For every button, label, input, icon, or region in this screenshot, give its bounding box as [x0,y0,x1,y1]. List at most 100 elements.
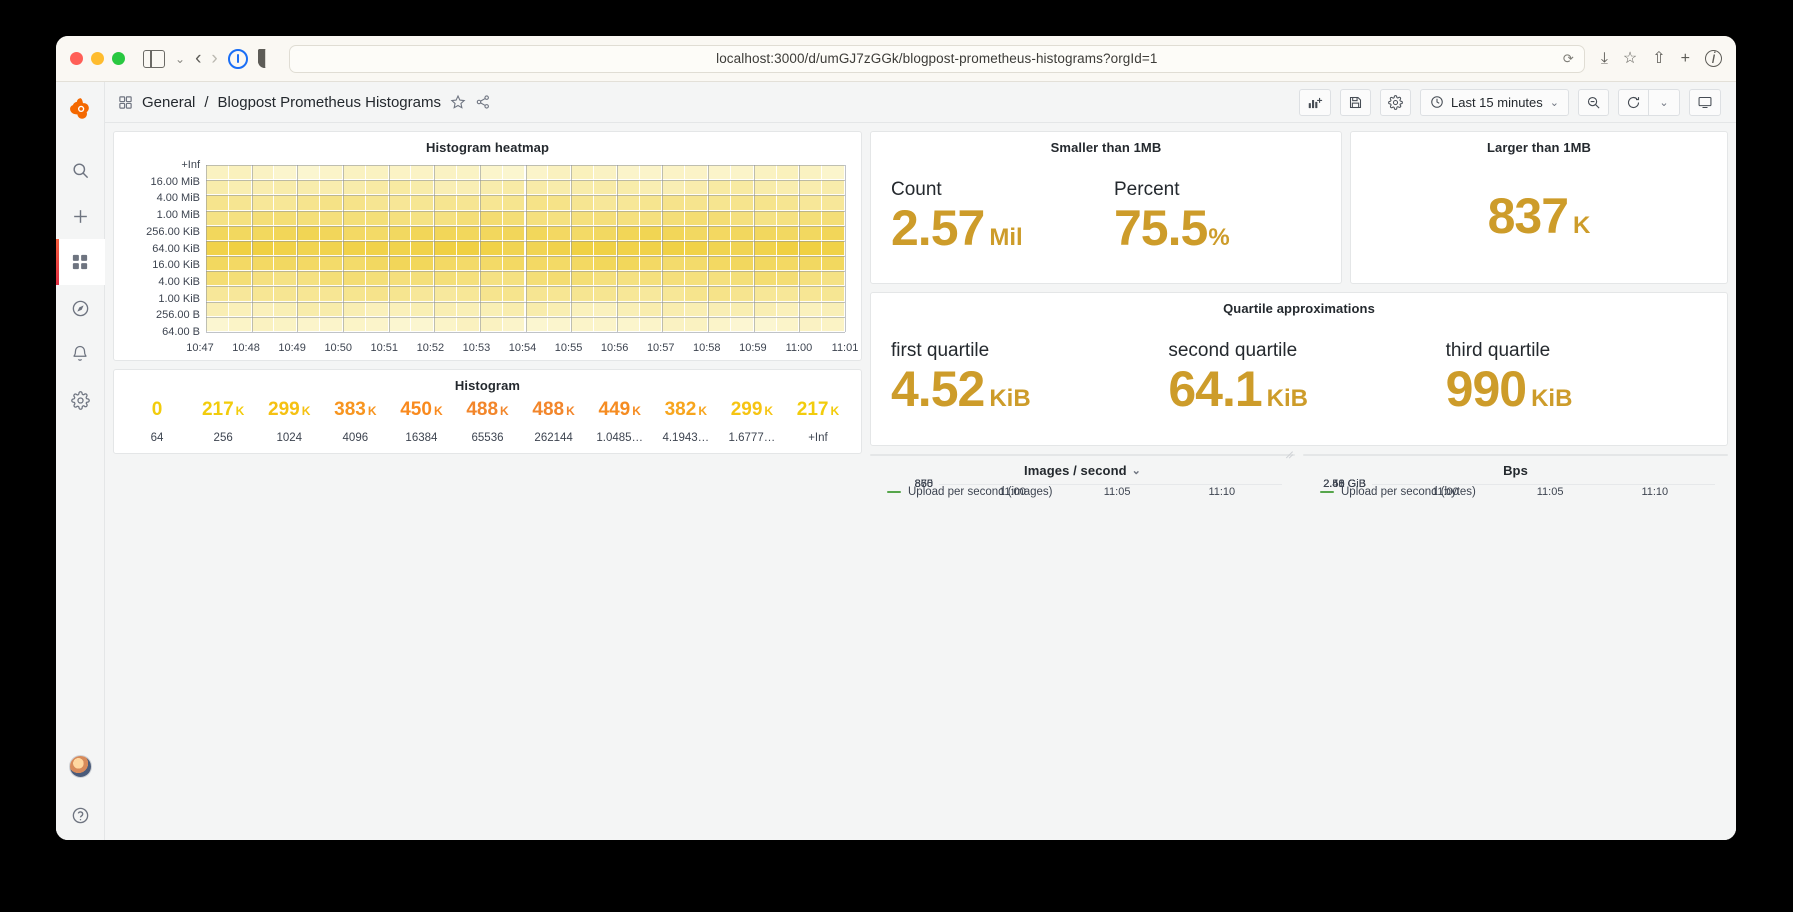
save-dashboard-button[interactable] [1340,89,1371,116]
sidebar-item-dashboards[interactable] [56,239,105,285]
panel-quartile-approximations[interactable]: Quartile approximations first quartile4.… [870,292,1728,446]
heatmap-plot[interactable] [206,165,845,332]
heatmap-cell [799,256,822,271]
minimize-window-button[interactable] [91,52,104,65]
heatmap-cell [548,256,571,271]
histogram-bar-column[interactable]: 488K262144 [525,399,583,453]
heatmap-cell [548,165,571,180]
sidebar-item-create[interactable] [56,193,105,239]
heatmap-cell [252,195,275,210]
reload-icon[interactable]: ⟳ [1563,51,1574,67]
panel-title-images[interactable]: Images / second ⌄ [871,455,1294,480]
forward-arrow-icon[interactable]: › [211,49,217,68]
heatmap-cell [640,271,663,286]
heatmap-cell [594,211,617,226]
zoom-out-button[interactable] [1578,89,1609,116]
heatmap-cell [457,226,480,241]
maximize-window-button[interactable] [112,52,125,65]
histogram-bar-column[interactable]: 382K4.1943… [657,399,715,453]
heatmap-cell [389,317,412,332]
heatmap-cell [206,256,229,271]
heatmap-cell [571,256,594,271]
add-panel-button[interactable] [1299,89,1331,116]
heatmap-cell [503,211,526,226]
download-icon[interactable]: ⤓ [1601,51,1608,67]
heatmap-cell [708,226,731,241]
clock-icon [1430,95,1444,109]
heatmap-cell [548,241,571,256]
histogram-bars[interactable]: 064217K256299K1024383K4096450K16384488K6… [114,395,861,453]
sidebar-item-explore[interactable] [56,285,105,331]
sidebar-item-profile[interactable] [56,742,105,790]
heatmap-cell [822,165,845,180]
kiosk-mode-button[interactable] [1689,89,1721,116]
heatmap-cell [640,286,663,301]
grafana-logo-icon[interactable] [68,96,93,121]
heatmap-cell [799,211,822,226]
heatmap-cell [571,226,594,241]
reader-mode-icon[interactable] [228,49,248,69]
histogram-bar-column[interactable]: 217K+Inf [789,399,847,453]
dashboard-settings-button[interactable] [1380,89,1411,116]
heatmap-x-tick: 10:59 [739,342,767,354]
panel-resize-handle[interactable] [1283,444,1293,454]
histogram-bar-value: 217K [789,399,847,421]
favorite-star-icon[interactable] [450,94,466,110]
panel-title-larger: Larger than 1MB [1351,132,1727,157]
sidebar-toggle-icon[interactable] [143,50,165,68]
privacy-shield-icon[interactable] [258,49,273,68]
histogram-bar-column[interactable]: 064 [128,399,186,453]
heatmap-cell [457,211,480,226]
panel-images-per-second[interactable]: Images / second ⌄ 870865860855 11:0011:0… [870,454,1295,456]
time-range-picker[interactable]: Last 15 minutes ⌄ [1420,89,1569,116]
heatmap-cell [548,211,571,226]
histogram-bar-column[interactable]: 449K1.0485… [591,399,649,453]
panel-larger-than-1mb[interactable]: Larger than 1MB 837K [1350,131,1728,284]
histogram-bar-column[interactable]: 299K1.6777… [723,399,781,453]
sidebar-item-configuration[interactable] [56,377,105,423]
chevron-down-icon[interactable]: ⌄ [1132,464,1141,477]
heatmap-cell [480,165,503,180]
histogram-bar-column[interactable]: 488K65536 [458,399,516,453]
heatmap-cell [662,211,685,226]
sidebar-item-alerting[interactable] [56,331,105,377]
window-controls[interactable] [70,52,125,65]
histogram-bar-column[interactable]: 383K4096 [326,399,384,453]
chevron-down-icon[interactable]: ⌄ [175,52,185,66]
panel-smaller-than-1mb[interactable]: Smaller than 1MB Count 2.57Mil [870,131,1342,284]
breadcrumb-folder[interactable]: General [142,94,195,111]
heatmap-cell [366,241,389,256]
panel-histogram-heatmap[interactable]: Histogram heatmap +Inf16.00 MiB4.00 MiB1… [113,131,862,361]
stat-count-unit: Mil [989,224,1022,251]
sidebar-item-search[interactable] [56,147,105,193]
plus-icon[interactable]: + [1681,51,1690,67]
refresh-button[interactable] [1618,89,1649,116]
histogram-bar-column[interactable]: 450K16384 [392,399,450,453]
heatmap-cell [229,226,252,241]
sidebar-item-help[interactable] [56,790,105,840]
stat-larger-number: 837 [1488,188,1568,244]
heatmap-cell [411,211,434,226]
refresh-interval-dropdown[interactable]: ⌄ [1649,89,1680,116]
panel-bps[interactable]: Bps 2.51 GiB2.50 GiB2.48 GiB2.46 GiB 11:… [1303,454,1728,456]
heatmap-cell [503,317,526,332]
histogram-bar-column[interactable]: 217K256 [194,399,252,453]
address-bar[interactable]: localhost:3000/d/umGJ7zGGk/blogpost-prom… [289,45,1585,73]
share-icon[interactable]: ⇧ [1652,51,1665,67]
share-dashboard-icon[interactable] [475,94,491,110]
heatmap-cell [480,271,503,286]
histogram-bar-number: 299 [731,399,763,420]
info-icon[interactable]: i [1705,50,1722,67]
histogram-bar-column[interactable]: 299K1024 [260,399,318,453]
back-arrow-icon[interactable]: ‹ [195,49,201,68]
heatmap-cell [252,226,275,241]
heatmap-cell [594,286,617,301]
heatmap-cell [754,302,777,317]
star-icon[interactable]: ☆ [1623,51,1637,67]
close-window-button[interactable] [70,52,83,65]
panel-histogram[interactable]: Histogram 064217K256299K1024383K4096450K… [113,369,862,454]
heatmap-cell [389,256,412,271]
heatmap-cell [731,226,754,241]
heatmap-cell [708,165,731,180]
x-axis-tick: 11:00 [999,486,1026,498]
